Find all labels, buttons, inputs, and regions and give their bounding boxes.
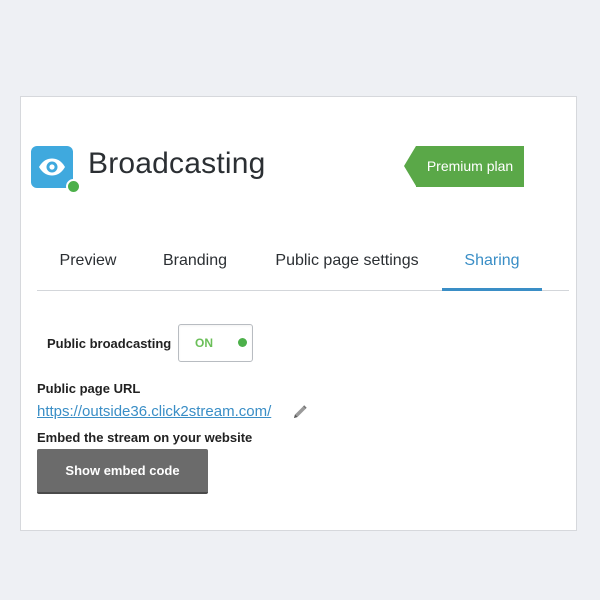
tab-branding[interactable]: Branding — [155, 232, 235, 290]
toggle-indicator-dot — [238, 338, 247, 347]
show-embed-code-button[interactable]: Show embed code — [37, 449, 208, 494]
premium-plan-badge[interactable]: Premium plan — [404, 146, 524, 187]
public-url-link[interactable]: https://outside36.click2stream.com/ — [37, 403, 271, 420]
public-broadcasting-label: Public broadcasting — [47, 336, 172, 351]
badge-arrow — [404, 146, 416, 186]
tab-bar: Preview Branding Public page settings Sh… — [37, 232, 569, 291]
toggle-state-label: ON — [195, 336, 213, 350]
page-title: Broadcasting — [88, 147, 266, 180]
premium-plan-label: Premium plan — [416, 146, 524, 187]
pencil-icon[interactable] — [292, 404, 308, 425]
online-status-dot — [66, 179, 81, 194]
tab-preview[interactable]: Preview — [43, 232, 133, 290]
public-broadcasting-toggle[interactable]: ON — [178, 324, 253, 362]
page-background: Broadcasting Premium plan Preview Brandi… — [0, 0, 600, 600]
public-url-label: Public page URL — [37, 381, 141, 396]
embed-stream-label: Embed the stream on your website — [37, 430, 253, 445]
broadcasting-panel: Broadcasting Premium plan Preview Brandi… — [20, 96, 577, 531]
tab-sharing[interactable]: Sharing — [442, 232, 542, 291]
tab-public-page-settings[interactable]: Public page settings — [263, 232, 431, 290]
